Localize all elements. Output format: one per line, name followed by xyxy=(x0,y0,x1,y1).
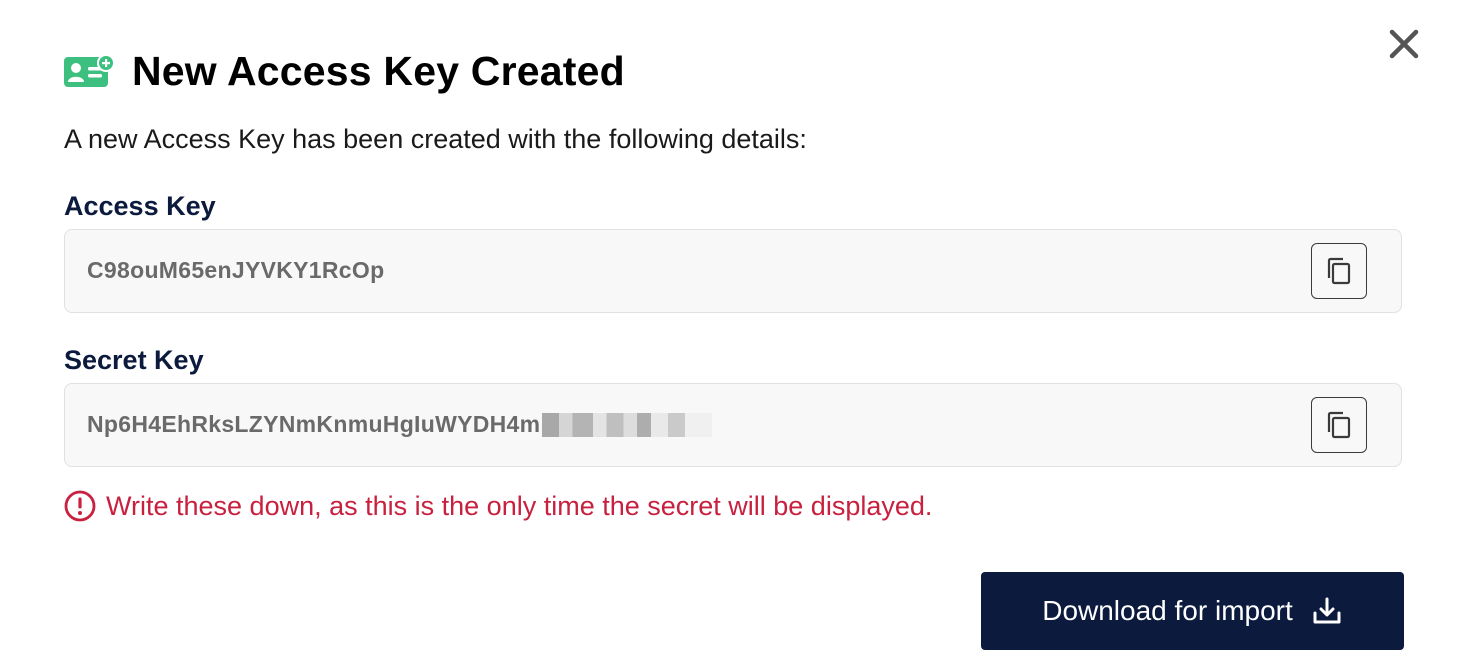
download-icon xyxy=(1311,595,1343,627)
id-card-add-icon xyxy=(64,51,116,91)
close-icon xyxy=(1389,29,1419,59)
access-key-field: C98ouM65enJYVKY1RcOp xyxy=(64,229,1402,313)
secret-key-field: Np6H4EhRksLZYNmKnmuHgIuWYDH4m xyxy=(64,383,1402,467)
copy-access-key-button[interactable] xyxy=(1311,243,1367,299)
dialog-header: New Access Key Created xyxy=(64,46,625,96)
access-key-label: Access Key xyxy=(64,191,216,221)
secret-key-redacted-blur xyxy=(542,412,713,437)
download-button-label: Download for import xyxy=(1042,595,1293,626)
dialog-title: New Access Key Created xyxy=(132,47,625,94)
copy-icon xyxy=(1327,411,1351,439)
secret-key-visible-text: Np6H4EhRksLZYNmKnmuHgIuWYDH4m xyxy=(87,411,541,437)
secret-key-value[interactable]: Np6H4EhRksLZYNmKnmuHgIuWYDH4m xyxy=(87,384,713,465)
access-key-value[interactable]: C98ouM65enJYVKY1RcOp xyxy=(87,230,384,311)
dialog-description: A new Access Key has been created with t… xyxy=(64,124,807,154)
secret-key-label: Secret Key xyxy=(64,345,204,375)
exclamation-circle-icon xyxy=(64,490,96,522)
copy-icon xyxy=(1327,257,1351,285)
warning-text: Write these down, as this is the only ti… xyxy=(106,490,933,521)
copy-secret-key-button[interactable] xyxy=(1311,397,1367,453)
secret-warning: Write these down, as this is the only ti… xyxy=(64,488,932,524)
access-key-dialog: New Access Key Created A new Access Key … xyxy=(0,0,1468,670)
close-button[interactable] xyxy=(1384,24,1424,64)
download-for-import-button[interactable]: Download for import xyxy=(981,572,1404,650)
